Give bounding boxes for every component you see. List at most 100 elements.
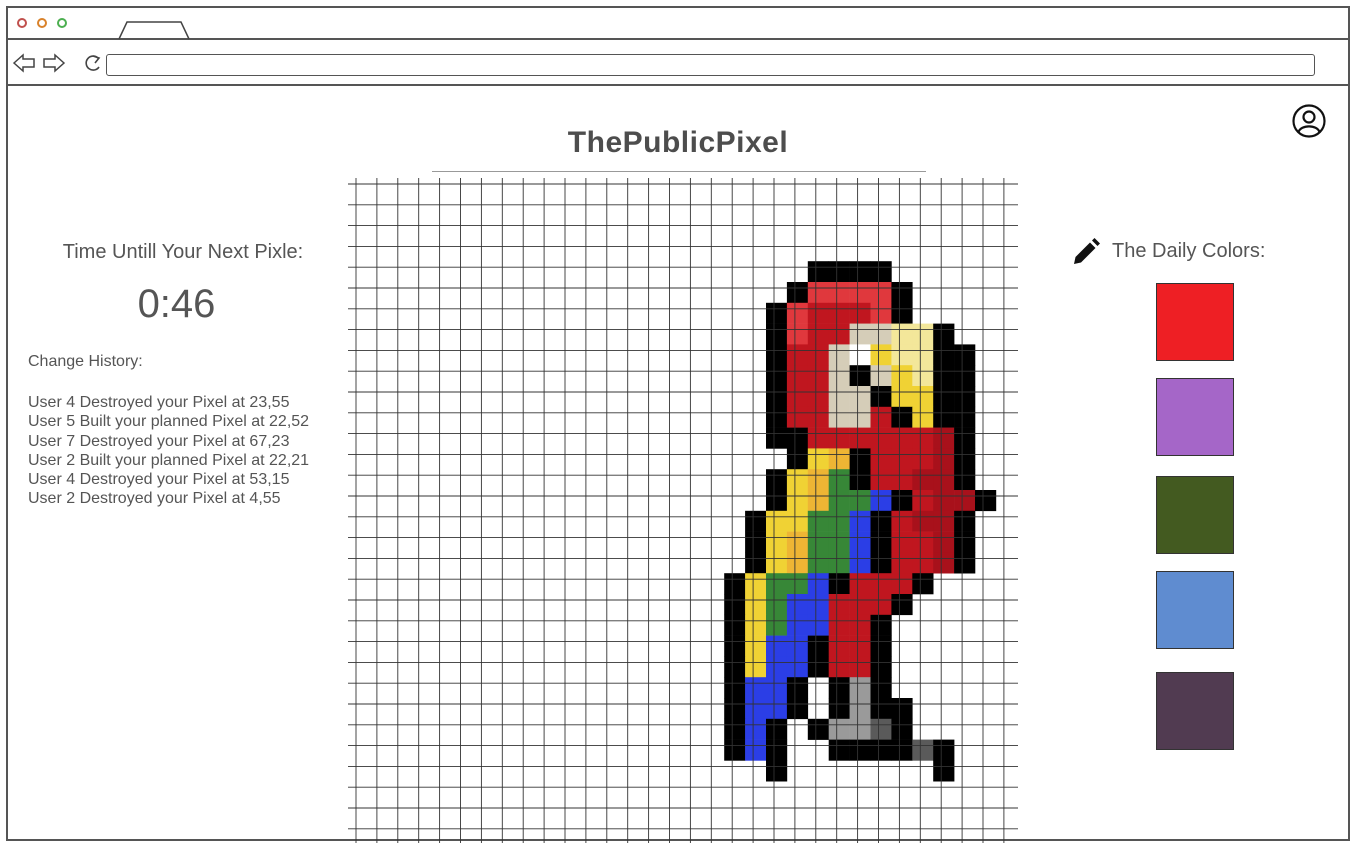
pixel[interactable] <box>870 573 892 595</box>
pixel[interactable] <box>933 427 955 449</box>
pixel[interactable] <box>766 365 788 387</box>
pixel[interactable] <box>828 490 850 512</box>
pixel[interactable] <box>912 344 934 366</box>
pixel[interactable] <box>912 469 934 491</box>
pixel[interactable] <box>828 677 850 699</box>
pixel[interactable] <box>870 386 892 408</box>
pixel[interactable] <box>807 406 829 428</box>
pixel[interactable] <box>849 323 871 345</box>
pixel[interactable] <box>745 552 767 574</box>
pixel[interactable] <box>933 490 955 512</box>
pixel[interactable] <box>933 510 955 532</box>
pixel[interactable] <box>891 531 913 553</box>
pixel[interactable] <box>786 490 809 512</box>
pixel[interactable] <box>828 635 850 657</box>
pixel[interactable] <box>891 510 913 532</box>
pixel[interactable] <box>766 573 788 595</box>
pixel[interactable] <box>766 718 788 740</box>
pixel[interactable] <box>786 552 809 574</box>
pixel[interactable] <box>891 594 913 616</box>
pixel[interactable] <box>828 302 850 324</box>
pixel[interactable] <box>786 448 809 470</box>
pixel[interactable] <box>766 656 788 678</box>
pixel[interactable] <box>807 635 829 657</box>
pixel[interactable] <box>828 739 850 761</box>
pixel[interactable] <box>849 739 871 761</box>
pixel[interactable] <box>724 739 746 761</box>
pixel[interactable] <box>849 365 871 387</box>
pixel[interactable] <box>724 635 746 657</box>
pixel[interactable] <box>828 386 850 408</box>
pixel[interactable] <box>933 760 955 782</box>
pixel[interactable] <box>828 406 850 428</box>
pixel[interactable] <box>891 490 913 512</box>
pixel[interactable] <box>828 469 850 491</box>
pixel[interactable] <box>807 656 829 678</box>
pixel[interactable] <box>828 573 850 595</box>
pixel[interactable] <box>849 552 871 574</box>
pixel[interactable] <box>849 614 871 636</box>
pixel[interactable] <box>870 614 892 636</box>
minimize-window-button[interactable] <box>37 18 47 28</box>
pixel[interactable] <box>807 344 829 366</box>
pixel[interactable] <box>786 344 809 366</box>
pixel[interactable] <box>724 677 746 699</box>
pixel[interactable] <box>849 469 871 491</box>
pixel[interactable] <box>807 282 829 304</box>
pixel[interactable] <box>912 531 934 553</box>
pixel[interactable] <box>828 261 850 283</box>
pixel[interactable] <box>786 614 809 636</box>
pixel[interactable] <box>745 594 767 616</box>
color-swatch-4[interactable] <box>1156 571 1234 649</box>
pixel[interactable] <box>849 718 871 740</box>
pixel[interactable] <box>933 448 955 470</box>
pixel[interactable] <box>870 469 892 491</box>
pixel[interactable] <box>786 386 809 408</box>
pixel[interactable] <box>745 510 767 532</box>
pixel[interactable] <box>745 677 767 699</box>
pixel[interactable] <box>828 594 850 616</box>
pixel[interactable] <box>912 573 934 595</box>
pixel[interactable] <box>912 510 934 532</box>
pixel[interactable] <box>828 448 850 470</box>
pixel[interactable] <box>870 302 892 324</box>
pixel[interactable] <box>786 365 809 387</box>
pixel[interactable] <box>828 718 850 740</box>
pixel[interactable] <box>828 531 850 553</box>
pixel[interactable] <box>828 344 850 366</box>
pixel[interactable] <box>766 427 788 449</box>
pixel[interactable] <box>786 469 809 491</box>
pixel[interactable] <box>807 510 829 532</box>
pixel[interactable] <box>766 510 788 532</box>
pixel[interactable] <box>849 302 871 324</box>
color-swatch-5[interactable] <box>1156 672 1234 750</box>
pixel[interactable] <box>724 594 746 616</box>
pixel[interactable] <box>766 760 788 782</box>
pixel[interactable] <box>954 386 976 408</box>
pixel[interactable] <box>766 677 788 699</box>
pixel[interactable] <box>912 365 934 387</box>
pixel[interactable] <box>870 427 892 449</box>
pixel[interactable] <box>766 323 788 345</box>
pixel[interactable] <box>954 552 976 574</box>
pixel[interactable] <box>954 490 976 512</box>
pixel[interactable] <box>745 635 767 657</box>
pixel[interactable] <box>745 698 767 720</box>
pixel[interactable] <box>933 365 955 387</box>
pixel[interactable] <box>828 282 850 304</box>
pixel[interactable] <box>786 323 809 345</box>
pixel[interactable] <box>933 469 955 491</box>
pixel[interactable] <box>912 490 934 512</box>
pixel[interactable] <box>912 739 934 761</box>
pixel[interactable] <box>745 739 767 761</box>
pixel[interactable] <box>933 552 955 574</box>
pixel[interactable] <box>724 614 746 636</box>
pixel[interactable] <box>807 718 829 740</box>
pixel[interactable] <box>891 365 913 387</box>
pixel[interactable] <box>933 739 955 761</box>
pixel[interactable] <box>891 739 913 761</box>
pixel[interactable] <box>870 718 892 740</box>
address-bar[interactable] <box>106 54 1315 76</box>
pixel[interactable] <box>891 698 913 720</box>
maximize-window-button[interactable] <box>57 18 67 28</box>
